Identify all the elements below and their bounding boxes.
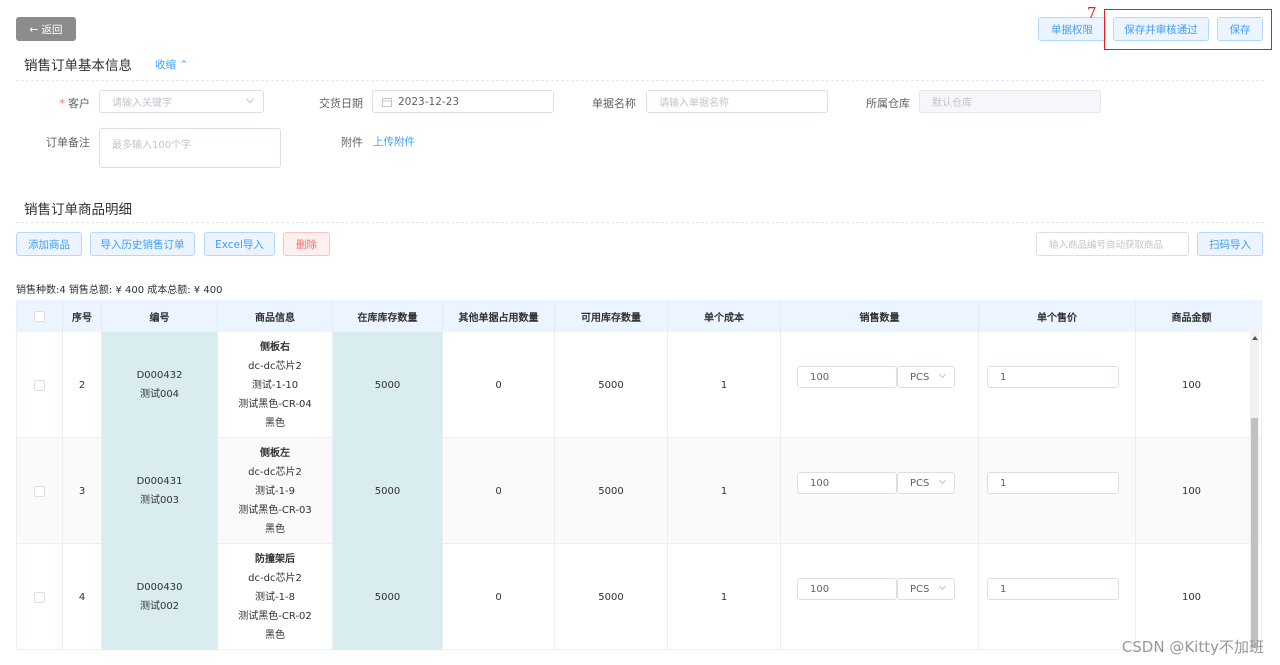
amount-cell: 100: [1181, 591, 1202, 603]
chevron-down-icon: [938, 476, 947, 485]
back-button[interactable]: ← 返回: [16, 17, 76, 41]
available-cell: 5000: [555, 438, 668, 544]
price-cell: 1: [979, 544, 1136, 650]
qty-input[interactable]: 100: [797, 578, 897, 600]
qty-cell: 100 PCS: [781, 544, 979, 650]
table-row: 4 D000430 测试002 防撞架后 dc-dc芯片2 测试-1-8 测试黑…: [17, 544, 1261, 650]
price-cell: 1: [979, 332, 1136, 438]
delete-button[interactable]: 删除: [283, 232, 330, 256]
product-info-cell: 侧板右 dc-dc芯片2 测试-1-10 测试黑色-CR-04 黑色: [218, 332, 333, 438]
section-divider: [16, 222, 1264, 223]
table-row: 2 D000432 测试004 侧板右 dc-dc芯片2 测试-1-10 测试黑…: [17, 332, 1261, 438]
column-header: 销售数量: [781, 300, 979, 332]
available-cell: 5000: [555, 544, 668, 650]
stock-cell: 5000: [333, 332, 443, 438]
annotation-highlight-box: [1104, 9, 1272, 50]
collapse-toggle[interactable]: 收缩 ⌃: [155, 57, 188, 72]
column-header: 单个售价: [979, 300, 1136, 332]
add-product-button[interactable]: 添加商品: [16, 232, 82, 256]
price-input[interactable]: 1: [987, 578, 1119, 600]
scroll-up-icon[interactable]: [1252, 336, 1258, 340]
price-input[interactable]: 1: [987, 366, 1119, 388]
warehouse-label: 所属仓库: [866, 97, 910, 110]
row-checkbox[interactable]: [34, 379, 45, 391]
qty-cell: 100 PCS: [781, 332, 979, 438]
seq-cell: 4: [63, 544, 102, 650]
occupied-cell: 0: [443, 438, 555, 544]
doc-name-input[interactable]: 请输入单据名称: [646, 90, 828, 113]
price-input[interactable]: 1: [987, 472, 1119, 494]
chevron-down-icon: [938, 582, 947, 591]
table-header: 序号 编号 商品信息 在库库存数量 其他单据占用数量 可用库存数量 单个成本 销…: [17, 300, 1261, 332]
price-cell: 1: [979, 438, 1136, 544]
annotation-number: 7: [1087, 4, 1097, 22]
upload-attachment-link[interactable]: 上传附件: [373, 134, 415, 149]
scrollbar-thumb[interactable]: [1251, 418, 1258, 648]
column-header: 编号: [102, 300, 218, 332]
detail-title: 销售订单商品明细: [24, 202, 132, 218]
code-cell: D000431 测试003: [102, 438, 218, 544]
doc-name-label: 单据名称: [592, 97, 636, 110]
table-row: 3 D000431 测试003 侧板左 dc-dc芯片2 测试-1-9 测试黑色…: [17, 438, 1261, 544]
product-code-input[interactable]: 输入商品编号自动获取商品: [1036, 232, 1189, 256]
stock-cell: 5000: [333, 544, 443, 650]
excel-import-button[interactable]: Excel导入: [204, 232, 275, 256]
delivery-date-picker[interactable]: 2023-12-23: [372, 90, 554, 113]
delivery-date-label: 交货日期: [319, 97, 363, 110]
customer-label: * 客户: [59, 97, 91, 110]
table-scrollbar[interactable]: [1250, 332, 1259, 650]
product-info-cell: 侧板左 dc-dc芯片2 测试-1-9 测试黑色-CR-03 黑色: [218, 438, 333, 544]
code-cell: D000430 测试002: [102, 544, 218, 650]
stock-cell: 5000: [333, 438, 443, 544]
warehouse-input: 默认仓库: [919, 90, 1101, 113]
remark-textarea[interactable]: 最多输入100个字: [99, 128, 281, 168]
import-history-button[interactable]: 导入历史销售订单: [90, 232, 195, 256]
cost-cell: 1: [668, 332, 781, 438]
column-header: 商品金额: [1171, 312, 1212, 324]
amount-cell: 100: [1181, 379, 1202, 391]
unit-select[interactable]: PCS: [897, 578, 955, 600]
column-header: 商品信息: [218, 300, 333, 332]
occupied-cell: 0: [443, 332, 555, 438]
unit-select[interactable]: PCS: [897, 472, 955, 494]
code-cell: D000432 测试004: [102, 332, 218, 438]
unit-select[interactable]: PCS: [897, 366, 955, 388]
row-checkbox[interactable]: [34, 485, 45, 497]
available-cell: 5000: [555, 332, 668, 438]
column-header: 可用库存数量: [555, 300, 668, 332]
scan-import-button[interactable]: 扫码导入: [1197, 232, 1263, 256]
select-all-cell: [17, 300, 63, 332]
row-checkbox[interactable]: [34, 591, 45, 603]
seq-cell: 3: [63, 438, 102, 544]
basic-info-title: 销售订单基本信息: [24, 58, 132, 74]
calendar-icon: [382, 97, 392, 107]
cost-cell: 1: [668, 438, 781, 544]
product-info-cell: 防撞架后 dc-dc芯片2 测试-1-8 测试黑色-CR-02 黑色: [218, 544, 333, 650]
column-header: 单个成本: [668, 300, 781, 332]
attachment-label: 附件: [341, 136, 363, 149]
column-header: 其他单据占用数量: [443, 300, 555, 332]
chevron-down-icon: [245, 94, 255, 104]
amount-cell: 100: [1181, 485, 1202, 497]
select-all-checkbox[interactable]: [34, 310, 45, 322]
remark-label: 订单备注: [46, 136, 90, 149]
customer-select[interactable]: 请输入关键字: [99, 90, 264, 113]
qty-cell: 100 PCS: [781, 438, 979, 544]
seq-cell: 2: [63, 332, 102, 438]
chevron-down-icon: [938, 370, 947, 379]
watermark: CSDN @Kitty不加班: [1121, 638, 1264, 656]
column-header: 在库库存数量: [333, 300, 443, 332]
qty-input[interactable]: 100: [797, 366, 897, 388]
required-mark: *: [59, 97, 66, 110]
cost-cell: 1: [668, 544, 781, 650]
column-header: 序号: [63, 300, 102, 332]
section-divider: [16, 80, 1264, 81]
order-stats: 销售种数:4 销售总额: ¥ 400 成本总额: ¥ 400: [16, 285, 223, 296]
occupied-cell: 0: [443, 544, 555, 650]
product-table: 序号 编号 商品信息 在库库存数量 其他单据占用数量 可用库存数量 单个成本 销…: [16, 300, 1262, 650]
qty-input[interactable]: 100: [797, 472, 897, 494]
